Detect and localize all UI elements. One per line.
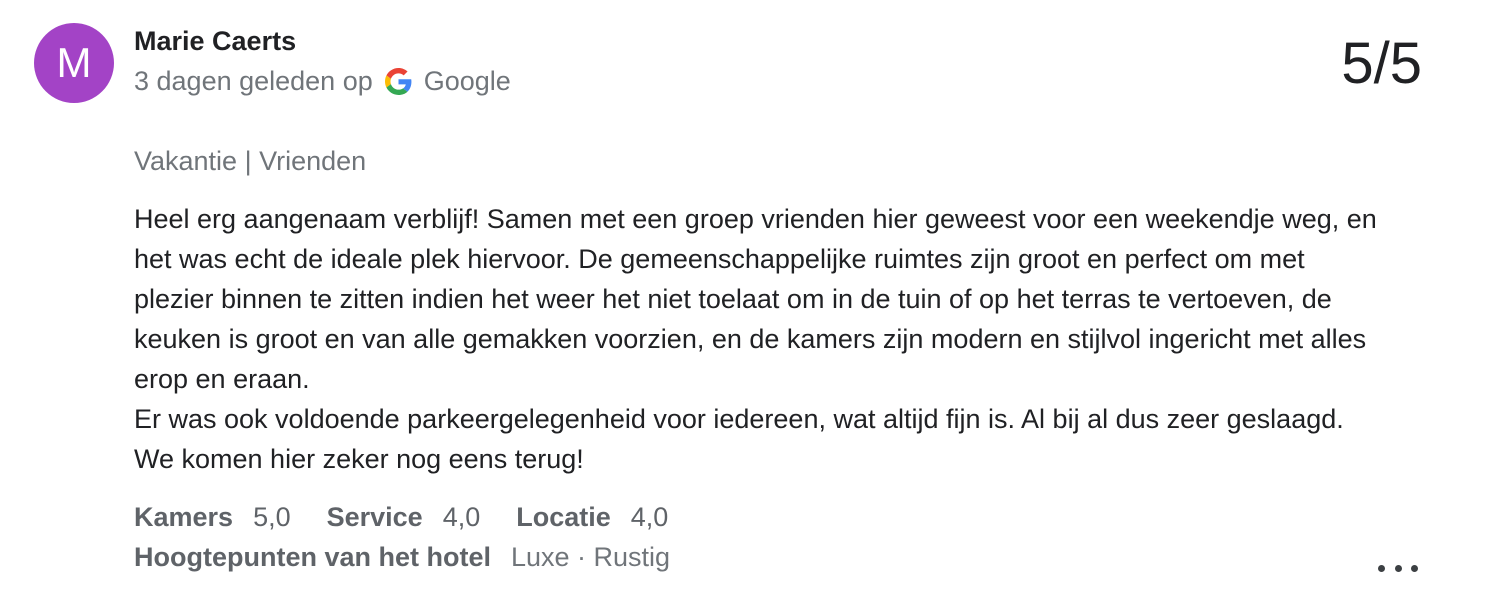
rating-location: Locatie 4,0 bbox=[516, 502, 668, 533]
rating-label: Service bbox=[326, 502, 423, 532]
hotel-highlights: Hoogtepunten van het hotel Luxe · Rustig bbox=[134, 542, 670, 573]
rating-label: Locatie bbox=[516, 502, 611, 532]
reviewer-name[interactable]: Marie Caerts bbox=[134, 26, 296, 57]
avatar[interactable]: M bbox=[34, 23, 114, 103]
rating-label: Kamers bbox=[134, 502, 234, 532]
review-paragraph: Er was ook voldoende parkeergelegenheid … bbox=[134, 404, 1344, 474]
rating-service: Service 4,0 bbox=[327, 502, 481, 533]
category-ratings: Kamers 5,0 Service 4,0 Locatie 4,0 bbox=[134, 502, 704, 533]
rating-value: 4,0 bbox=[442, 502, 481, 532]
more-horizontal-icon bbox=[1378, 564, 1385, 572]
highlights-value: Luxe · Rustig bbox=[511, 542, 671, 572]
review-score: 5/5 bbox=[1341, 31, 1422, 96]
rating-value: 5,0 bbox=[253, 502, 291, 532]
more-horizontal-icon bbox=[1411, 564, 1418, 572]
review-paragraph: Heel erg aangenaam verblijf! Samen met e… bbox=[134, 204, 1377, 394]
avatar-initial: M bbox=[56, 39, 92, 86]
rating-value: 4,0 bbox=[630, 502, 669, 532]
google-g-icon bbox=[384, 68, 412, 95]
review-text: Heel erg aangenaam verblijf! Samen met e… bbox=[134, 199, 1384, 479]
more-options-button[interactable] bbox=[1378, 556, 1418, 580]
rating-rooms: Kamers 5,0 bbox=[134, 502, 291, 533]
review-time: 3 dagen geleden op bbox=[134, 66, 373, 96]
more-horizontal-icon bbox=[1394, 564, 1402, 572]
review-meta: 3 dagen geleden op Google bbox=[134, 66, 511, 97]
highlights-label: Hoogtepunten van het hotel bbox=[134, 542, 491, 572]
review-source: Google bbox=[423, 66, 511, 96]
trip-type: Vakantie | Vrienden bbox=[134, 146, 367, 176]
